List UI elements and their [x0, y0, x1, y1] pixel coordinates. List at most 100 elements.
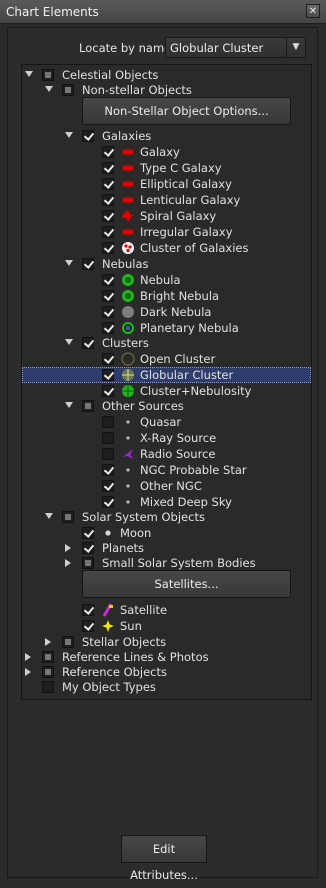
tree-item-label: Nebula: [140, 273, 181, 287]
tree-checkbox[interactable]: [102, 432, 114, 444]
tree-row[interactable]: Other Sources: [22, 398, 311, 414]
globular-cluster-icon: [121, 368, 135, 382]
satellites-button[interactable]: Satellites...: [82, 570, 291, 598]
tree-row[interactable]: Cluster+Nebulosity: [22, 383, 311, 399]
tree-checkbox[interactable]: [82, 400, 94, 412]
tree-row[interactable]: Bright Nebula: [22, 288, 311, 304]
tree-row[interactable]: Lenticular Galaxy: [22, 192, 311, 208]
tree-row[interactable]: Celestial Objects: [22, 67, 311, 83]
tree-row[interactable]: Cluster of Galaxies: [22, 240, 311, 256]
tree-checkbox[interactable]: [42, 69, 54, 81]
tree-row[interactable]: NGC Probable Star: [22, 462, 311, 478]
tree-row[interactable]: Mixed Deep Sky: [22, 494, 311, 510]
expand-arrow-down-icon[interactable]: [65, 402, 73, 408]
edit-attributes-button[interactable]: Edit Attributes...: [121, 835, 207, 882]
tree-checkbox[interactable]: [42, 681, 54, 693]
tree-checkbox[interactable]: [62, 511, 74, 523]
expand-arrow-down-icon[interactable]: [65, 132, 73, 138]
expand-arrow-down-icon[interactable]: [25, 71, 33, 77]
tree-checkbox[interactable]: [102, 416, 114, 428]
tree-checkbox[interactable]: [82, 258, 94, 270]
dot-icon: [121, 415, 135, 429]
tree-checkbox[interactable]: [82, 604, 94, 616]
tree-checkbox[interactable]: [102, 496, 114, 508]
tree-checkbox[interactable]: [82, 130, 94, 142]
tree-checkbox[interactable]: [62, 636, 74, 648]
tree-checkbox[interactable]: [82, 620, 94, 632]
expand-arrow-right-icon[interactable]: [65, 559, 71, 567]
tree-row[interactable]: Clusters: [22, 335, 311, 351]
tree-row[interactable]: Stellar Objects: [22, 634, 311, 650]
tree-item-label: Small Solar System Bodies: [102, 556, 256, 570]
tree-row[interactable]: My Object Types: [22, 679, 311, 695]
tree-checkbox[interactable]: [102, 322, 114, 334]
tree-checkbox[interactable]: [102, 242, 114, 254]
tree-row[interactable]: Galaxy: [22, 144, 311, 160]
non-stellar-options-button[interactable]: Non-Stellar Object Options...: [82, 97, 291, 125]
cluster-nebulosity-icon: [121, 384, 135, 398]
tree-row[interactable]: Non-stellar Objects: [22, 82, 311, 98]
tree-item-label: Dark Nebula: [140, 305, 212, 319]
tree-checkbox[interactable]: [102, 178, 114, 190]
sun-icon: [101, 619, 115, 633]
expand-arrow-down-icon[interactable]: [45, 86, 53, 92]
tree-checkbox[interactable]: [102, 480, 114, 492]
tree-row[interactable]: Irregular Galaxy: [22, 224, 311, 240]
tree-row[interactable]: Solar System Objects: [22, 509, 311, 525]
tree-checkbox[interactable]: [102, 226, 114, 238]
tree-row[interactable]: Type C Galaxy: [22, 160, 311, 176]
tree-checkbox[interactable]: [102, 274, 114, 286]
tree-row[interactable]: Reference Lines & Photos: [22, 649, 311, 665]
tree-item-label: Stellar Objects: [82, 635, 167, 649]
tree-row[interactable]: Other NGC: [22, 478, 311, 494]
tree-checkbox[interactable]: [82, 542, 94, 554]
expand-arrow-down-icon[interactable]: [45, 513, 53, 519]
tree-row[interactable]: Quasar: [22, 414, 311, 430]
tree-checkbox[interactable]: [82, 527, 94, 539]
close-icon[interactable]: ✕: [306, 4, 320, 18]
tree-row[interactable]: X-Ray Source: [22, 430, 311, 446]
tree-row[interactable]: Planets: [22, 540, 311, 556]
chevron-down-icon[interactable]: ▼: [286, 38, 305, 57]
tree-row[interactable]: Planetary Nebula: [22, 320, 311, 336]
tree-checkbox[interactable]: [102, 162, 114, 174]
tree-checkbox[interactable]: [102, 290, 114, 302]
tree-checkbox[interactable]: [102, 146, 114, 158]
tree-checkbox[interactable]: [42, 651, 54, 663]
tree-row[interactable]: Elliptical Galaxy: [22, 176, 311, 192]
tree-row[interactable]: Small Solar System Bodies: [22, 555, 311, 571]
tree-row[interactable]: Spiral Galaxy: [22, 208, 311, 224]
tree-checkbox[interactable]: [82, 337, 94, 349]
tree-checkbox[interactable]: [102, 353, 114, 365]
tree-row[interactable]: Open Cluster: [22, 351, 311, 367]
tree-checkbox[interactable]: [102, 385, 114, 397]
tree-checkbox[interactable]: [102, 448, 114, 460]
tree-row[interactable]: Nebula: [22, 272, 311, 288]
locate-select[interactable]: Globular Cluster ▼: [165, 37, 306, 58]
object-tree[interactable]: Celestial Objects Non-stellar Objects Non-…: [21, 64, 312, 700]
tree-row[interactable]: Reference Objects: [22, 664, 311, 680]
tree-row[interactable]: Dark Nebula: [22, 304, 311, 320]
tree-checkbox[interactable]: [102, 306, 114, 318]
expand-arrow-right-icon[interactable]: [65, 544, 71, 552]
tree-checkbox[interactable]: [102, 369, 114, 381]
tree-row[interactable]: Nebulas: [22, 256, 311, 272]
tree-row[interactable]: Sun: [22, 618, 311, 634]
expand-arrow-down-icon[interactable]: [65, 339, 73, 345]
tree-checkbox[interactable]: [42, 666, 54, 678]
tree-row[interactable]: Globular Cluster: [22, 367, 311, 383]
tree-checkbox[interactable]: [102, 210, 114, 222]
expand-arrow-right-icon[interactable]: [45, 638, 51, 646]
tree-row[interactable]: Moon: [22, 525, 311, 541]
tree-checkbox[interactable]: [82, 557, 94, 569]
tree-item-label: Reference Objects: [62, 665, 168, 679]
tree-checkbox[interactable]: [102, 194, 114, 206]
tree-checkbox[interactable]: [62, 84, 74, 96]
expand-arrow-right-icon[interactable]: [25, 653, 31, 661]
expand-arrow-right-icon[interactable]: [25, 668, 31, 676]
expand-arrow-down-icon[interactable]: [65, 260, 73, 266]
tree-row[interactable]: Satellite: [22, 602, 311, 618]
tree-row[interactable]: Radio Source: [22, 446, 311, 462]
tree-checkbox[interactable]: [102, 464, 114, 476]
tree-row[interactable]: Galaxies: [22, 128, 311, 144]
